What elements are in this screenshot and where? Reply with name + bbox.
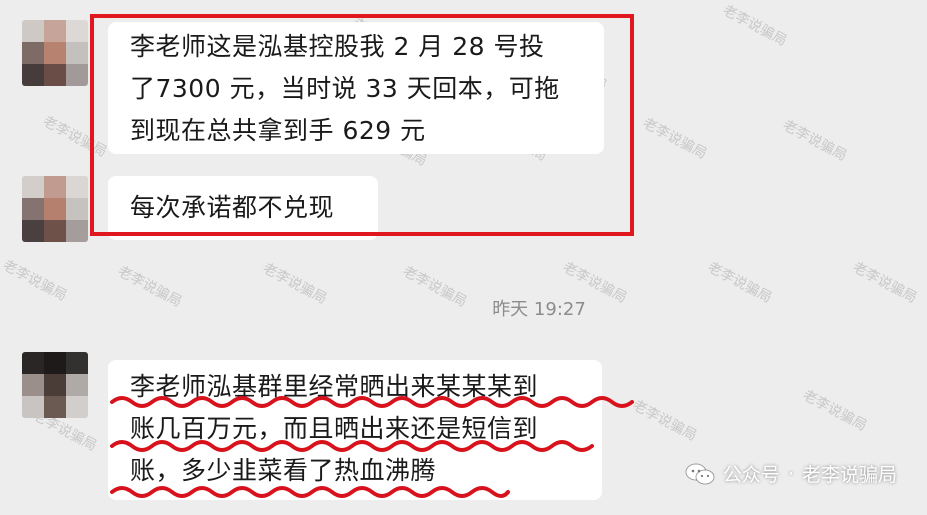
- message-text-line: 李老师这是泓基控股我 2 月 28 号投: [130, 32, 545, 61]
- avatar[interactable]: [22, 352, 88, 418]
- message-text-line: 每次承诺都不兑现: [130, 193, 335, 222]
- message-bubble[interactable]: 李老师这是泓基控股我 2 月 28 号投 了7300 元，当时说 33 天回本，…: [108, 22, 604, 154]
- avatar[interactable]: [22, 176, 88, 242]
- watermark: 老李说骗局: [639, 115, 710, 163]
- watermark: 老李说骗局: [719, 2, 790, 50]
- account-watermark: 公众号 · 老李说骗局: [685, 460, 897, 487]
- wechat-icon: [685, 463, 715, 484]
- message-text-line: 账几百万元，而且晒出来还是短信到: [130, 414, 539, 443]
- watermark: 老李说骗局: [799, 387, 870, 435]
- watermark: 老李说骗局: [629, 397, 700, 445]
- account-name: 老李说骗局: [801, 464, 897, 486]
- message-text-line: 了7300 元，当时说 33 天回本，可拖: [130, 74, 560, 103]
- timestamp: 昨天 19:27: [492, 299, 586, 320]
- separator: ·: [787, 462, 794, 485]
- watermark: 老李说骗局: [39, 113, 110, 161]
- watermark: 老李说骗局: [779, 117, 850, 165]
- message-text-line: 李老师泓基群里经常晒出来某某某到: [130, 372, 539, 401]
- account-type: 公众号: [722, 464, 780, 486]
- message-text-line: 到现在总共拿到手 629 元: [130, 116, 426, 145]
- message-bubble[interactable]: 李老师泓基群里经常晒出来某某某到 账几百万元，而且晒出来还是短信到 账，多少韭菜…: [108, 360, 602, 500]
- message-text-line: 账，多少韭菜看了热血沸腾: [130, 456, 437, 485]
- avatar[interactable]: [22, 20, 88, 86]
- message-bubble[interactable]: 每次承诺都不兑现: [108, 176, 378, 240]
